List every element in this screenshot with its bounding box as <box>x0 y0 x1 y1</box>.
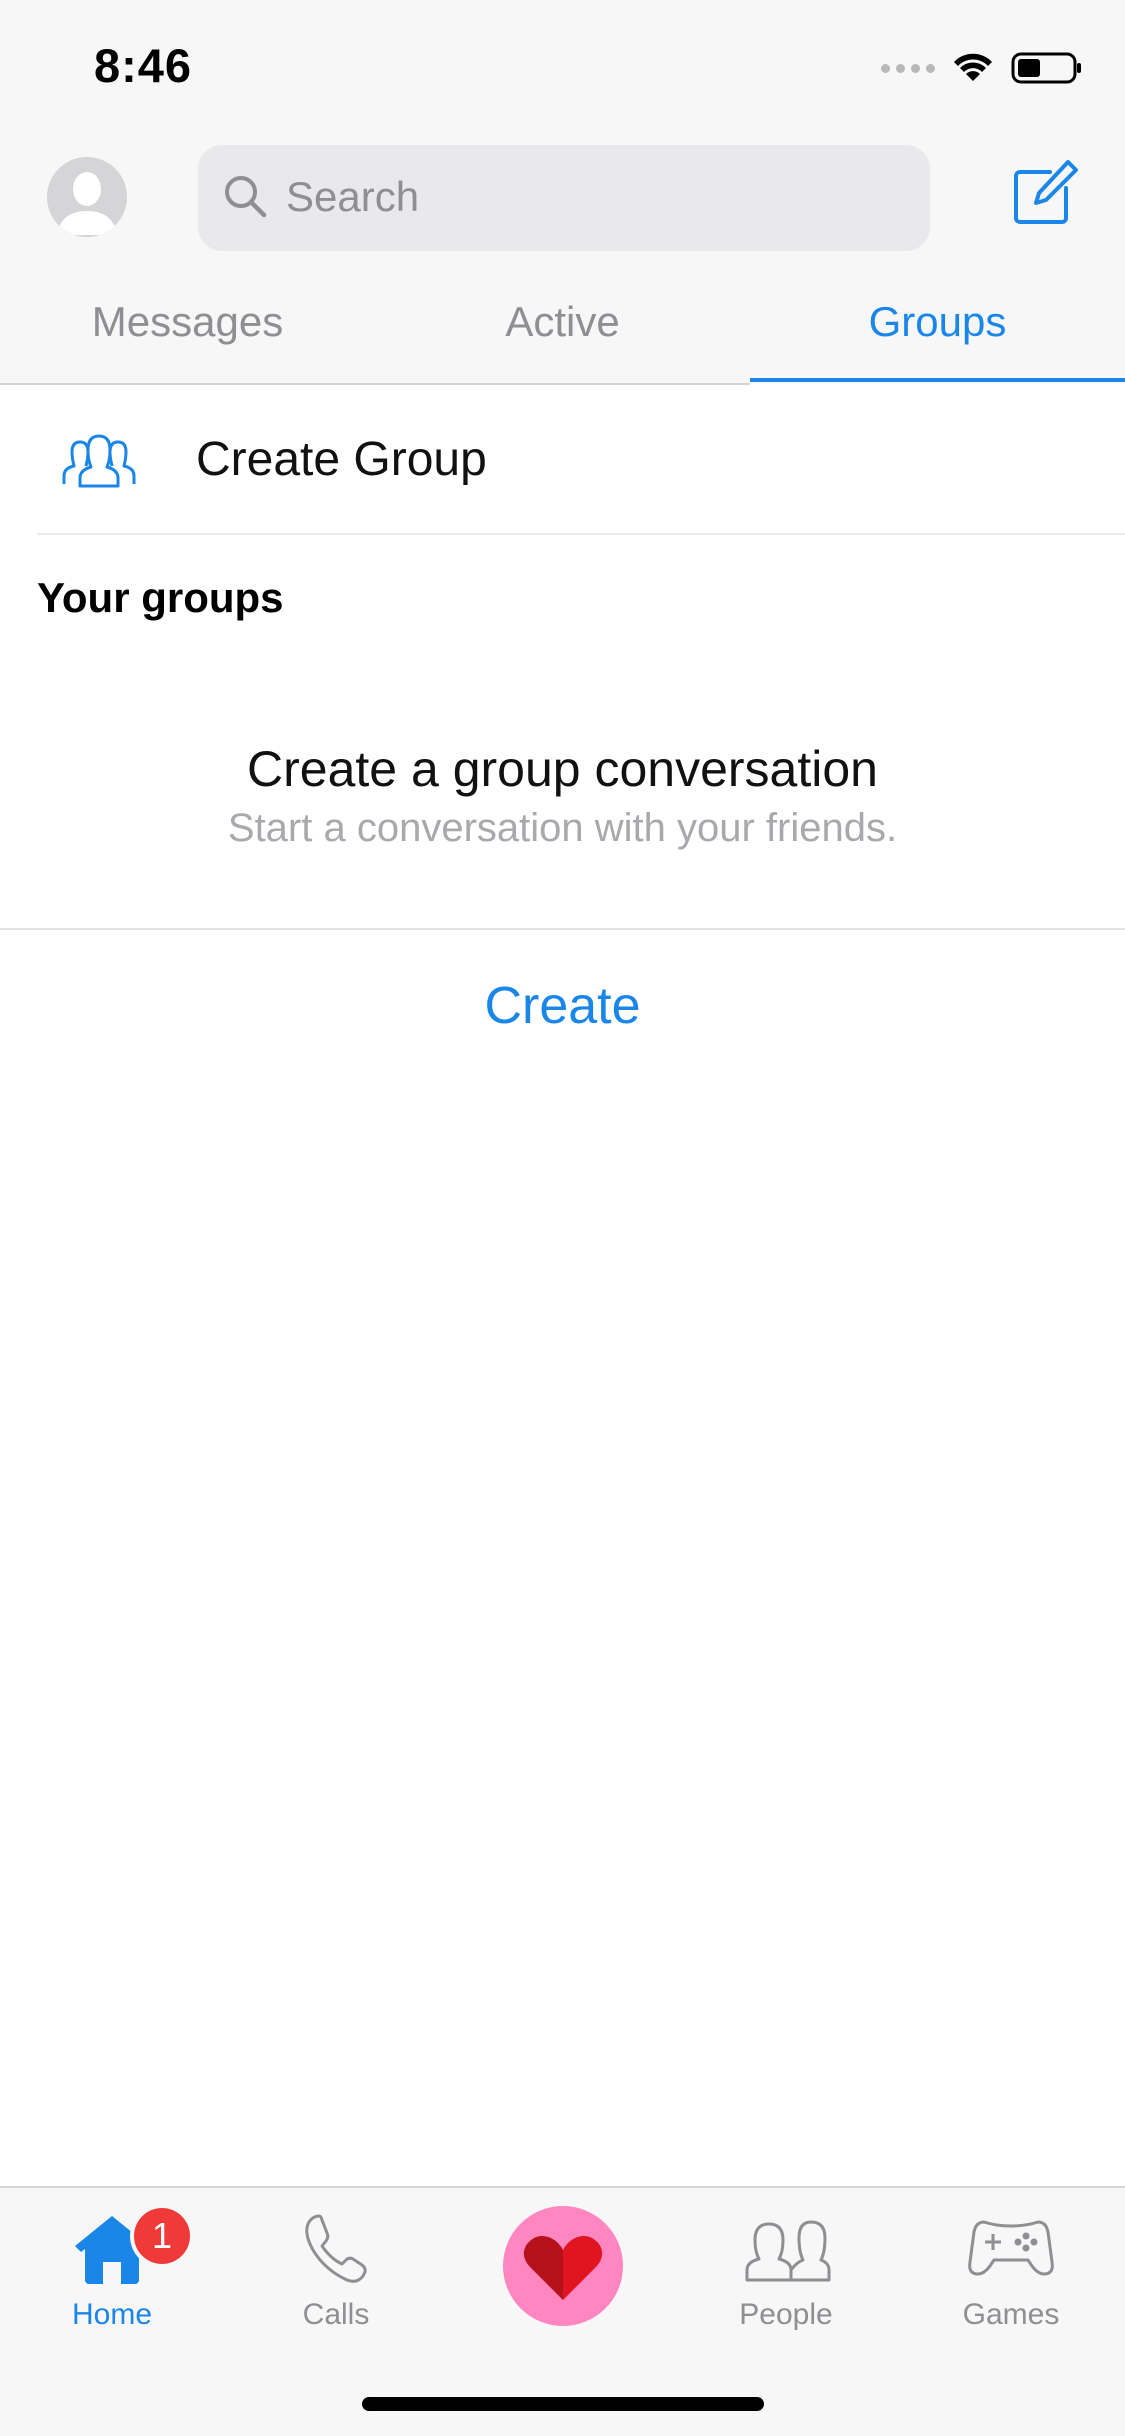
messenger-groups-screen: 8:46 Search Messages Active Groups Creat… <box>0 0 1125 2436</box>
tabbar-item-people[interactable]: People <box>696 2208 876 2332</box>
tabbar-label-people: People <box>739 2298 833 2331</box>
search-placeholder: Search <box>286 173 420 220</box>
active-tab-indicator <box>750 378 1125 382</box>
header: 8:46 Search Messages Active Groups <box>0 0 1125 385</box>
empty-state-title: Create a group conversation <box>247 741 878 797</box>
create-group-label: Create Group <box>196 433 487 486</box>
center-action-button[interactable] <box>503 2206 623 2326</box>
phone-icon <box>305 2214 367 2283</box>
compose-icon[interactable] <box>1010 158 1080 228</box>
cellular-signal-icon <box>881 63 935 73</box>
notification-badge: 1 <box>134 2208 190 2264</box>
status-indicators <box>881 48 1083 88</box>
tab-active[interactable]: Active <box>375 290 750 384</box>
group-people-icon <box>62 434 136 488</box>
create-button[interactable]: Create <box>0 976 1125 1036</box>
tabbar-label-calls: Calls <box>302 2298 370 2331</box>
empty-state-divider <box>0 928 1125 930</box>
profile-avatar[interactable] <box>47 157 127 237</box>
tab-bar: Messages Active Groups <box>0 290 1125 384</box>
wifi-icon <box>954 53 992 81</box>
tab-messages[interactable]: Messages <box>0 290 375 384</box>
tabbar-label-games: Games <box>962 2298 1060 2331</box>
person-silhouette-icon <box>47 157 127 237</box>
tabbar-item-calls[interactable]: Calls <box>246 2208 426 2332</box>
empty-state-subtitle: Start a conversation with your friends. <box>227 806 898 850</box>
people-icon <box>745 2220 831 2282</box>
tabbar-item-home[interactable]: 1 Home <box>22 2208 202 2332</box>
search-bar[interactable]: Search <box>198 145 930 251</box>
tab-groups[interactable]: Groups <box>750 290 1125 384</box>
home-indicator <box>362 2397 764 2411</box>
heart-icon <box>523 2236 603 2300</box>
create-group-row[interactable]: Create Group <box>0 384 1125 534</box>
tabbar-label-home: Home <box>71 2298 153 2331</box>
status-time: 8:46 <box>94 39 193 92</box>
battery-icon <box>1011 52 1081 84</box>
search-icon <box>225 176 267 218</box>
tabbar-item-games[interactable]: Games <box>921 2208 1101 2332</box>
your-groups-heading: Your groups <box>37 574 284 621</box>
gamepad-icon <box>968 2220 1054 2276</box>
row-divider <box>37 533 1125 535</box>
